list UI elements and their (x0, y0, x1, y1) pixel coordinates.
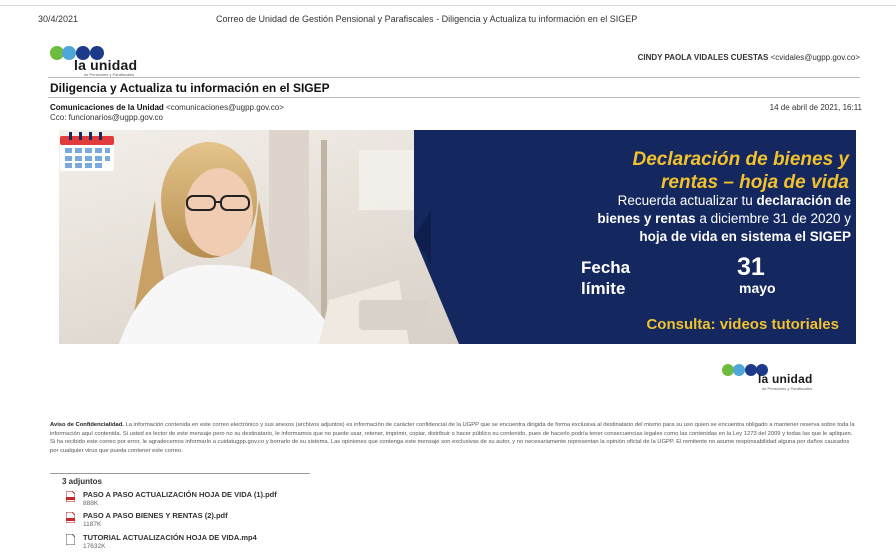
print-date: 30/4/2021 (38, 14, 79, 24)
banner-text-pre: Recuerda actualizar tu (617, 193, 757, 208)
calendar-icon (60, 132, 114, 171)
banner-title-line1: Declaración de bienes y (632, 149, 850, 170)
email-date: 14 de abril de 2021, 16:11 (769, 103, 862, 112)
banner-text-mid: a diciembre 31 de 2020 y (695, 211, 851, 226)
attachment-size: 17632K (83, 543, 106, 550)
deadline-day: 31 (737, 253, 765, 281)
deadline-label-line1: Fecha (581, 258, 631, 277)
sender-email[interactable]: <comunicaciones@ugpp.gov.co> (166, 103, 284, 112)
attachment-name[interactable]: TUTORIAL ACTUALIZACIÓN HOJA DE VIDA.mp4 (83, 533, 257, 542)
attachments-divider (50, 473, 310, 474)
banner-text-bold2: bienes y rentas (597, 211, 696, 226)
video-file-icon (66, 534, 75, 545)
account-email: <cvidales@ugpp.gov.co> (770, 53, 860, 62)
pdf-file-icon (66, 491, 75, 502)
banner-text-bold1: declaración de (756, 193, 851, 208)
attachment-size: 1187K (83, 521, 102, 528)
email-cc: Cco: funcionarios@ugpp.gov.co (50, 113, 163, 122)
tutorials-link[interactable]: Consulta: videos tutoriales (529, 316, 839, 333)
page-top-rule (0, 5, 896, 6)
account-name: CINDY PAOLA VIDALES CUESTAS (637, 53, 769, 62)
confidentiality-text: La información contenida en este correo … (50, 422, 855, 454)
header-divider (48, 77, 860, 78)
deadline-label: Fecha límite (581, 257, 630, 299)
banner-title-line2: rentas – hoja de vida (661, 172, 849, 193)
footer-logo-text: la unidad (758, 372, 813, 386)
attachments-header: 3 adjuntos (62, 477, 103, 486)
sender-name: Comunicaciones de la Unidad (50, 103, 164, 112)
email-from: Comunicaciones de la Unidad <comunicacio… (50, 103, 284, 112)
banner-title: Declaración de bienes y rentas – hoja de… (599, 148, 850, 194)
attachment-name[interactable]: PASO A PASO BIENES Y RENTAS (2).pdf (83, 511, 228, 520)
attachment-name[interactable]: PASO A PASO ACTUALIZACIÓN HOJA DE VIDA (… (83, 490, 277, 499)
unidad-logo[interactable]: la unidad de Pensiones y Parafiscales (50, 44, 170, 77)
attachment-size: 888K (83, 500, 99, 507)
footer-unidad-logo: la unidad de Pensiones y Parafiscales (722, 362, 832, 392)
confidentiality-label: Aviso de Confidencialidad. (50, 422, 124, 428)
confidentiality-notice: Aviso de Confidencialidad. La informació… (50, 421, 856, 455)
sigep-banner: Declaración de bienes y rentas – hoja de… (59, 130, 856, 344)
subject-divider (48, 97, 860, 98)
deadline-month: mayo (739, 280, 776, 296)
footer-logo-subtitle: de Pensiones y Parafiscales (762, 386, 813, 391)
logo-text: la unidad (74, 57, 138, 73)
account-info: CINDY PAOLA VIDALES CUESTAS <cvidales@ug… (638, 53, 860, 62)
pdf-file-icon (66, 512, 75, 523)
banner-text-line3: hoja de vida en sistema el SIGEP (639, 229, 851, 244)
email-subject: Diligencia y Actualiza tu información en… (50, 81, 330, 95)
banner-message: Recuerda actualizar tu declaración de bi… (499, 192, 851, 246)
print-title: Correo de Unidad de Gestión Pensional y … (216, 14, 638, 24)
deadline-label-line2: límite (581, 279, 626, 298)
